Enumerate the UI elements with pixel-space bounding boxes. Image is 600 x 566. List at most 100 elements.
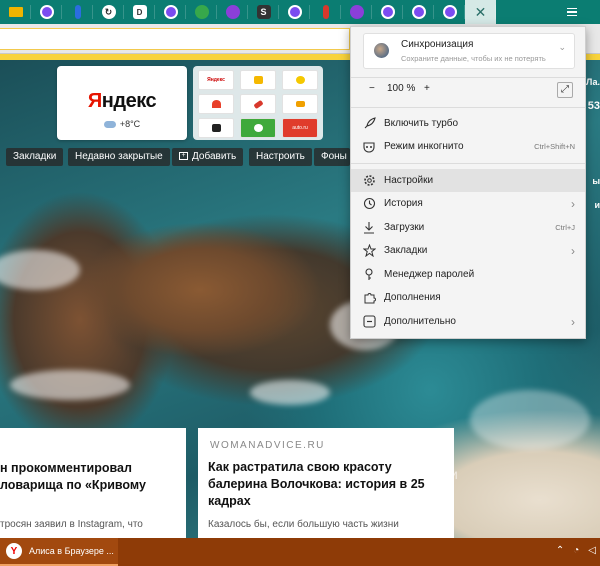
news-title-line2: балерина Волочкова: история в 25 [208,477,425,491]
tab-3[interactable] [62,0,93,24]
news-card-right[interactable]: WOMANADVICE.RU Как растратила свою красо… [198,428,454,538]
fullscreen-icon[interactable]: ⤢ [557,82,573,98]
tab-9[interactable]: S [248,0,279,24]
tab-2[interactable] [31,0,62,24]
taskbar-app-title: Алиса в Браузере ... [29,546,114,556]
purple-circle-icon [39,5,54,19]
news-excerpt: Казалось бы, если большую часть жизни [208,519,399,530]
recently-closed-button[interactable]: Недавно закрытые [68,148,170,166]
yandex-browser-icon: Y [6,543,22,559]
tile-8[interactable] [240,118,276,138]
backgrounds-button[interactable]: Фоны [314,148,350,166]
menu-item-downloads[interactable]: Загрузки Ctrl+J [351,216,585,239]
menu-item-turbo[interactable]: Включить турбо [351,112,585,135]
chevron-up-icon[interactable]: ⌃ [556,545,564,556]
zoom-in-button[interactable]: + [424,83,430,94]
menu-item-settings[interactable]: Настройки [351,169,585,192]
menu-item-extensions[interactable]: Дополнения [351,286,585,309]
wifi-icon[interactable]: ◔ [573,545,579,556]
green-globe-icon [194,5,209,19]
green-app-icon [253,124,263,132]
tab-10[interactable] [279,0,310,24]
play-icon [295,76,305,84]
right-hint-2: 53 [587,100,600,112]
right-hint-4: и [594,200,600,210]
more-icon [362,315,376,329]
weather-temp: +8°C [119,119,141,129]
news-title-line1: н прокомментировал [0,461,132,475]
tile-6[interactable] [282,94,318,114]
zoom-out-button[interactable]: − [369,83,375,94]
close-icon[interactable]: ✕ [475,4,487,21]
taskbar-app-yandex[interactable]: Y Алиса в Браузере ... [0,538,118,566]
menu-item-bookmarks[interactable]: Закладки › [351,239,585,262]
yandex-logo-card[interactable]: Яндекс +8°C [57,66,187,140]
tab-15[interactable] [434,0,465,24]
speaker-icon[interactable]: ◁ [588,545,596,556]
refresh-circle-icon: ↻ [101,5,116,19]
tab-12[interactable] [341,0,372,24]
divider [351,77,585,78]
configure-button[interactable]: Настроить [249,148,312,166]
alice-mic-icon [225,5,240,19]
tab-8[interactable] [217,0,248,24]
quick-tiles: Яндекс auto.ru [193,66,323,140]
tab-6[interactable] [155,0,186,24]
activation-watermark-sub: Чтобы разде [428,485,455,508]
divider [351,107,585,108]
tab-14[interactable] [403,0,434,24]
purple-circle-icon [163,5,178,19]
menu-icon[interactable] [564,4,580,20]
news-excerpt: тросян заявил в Instagram, что [0,519,143,530]
bookmarks-button[interactable]: Закладки [6,148,64,166]
news-card-left[interactable]: н прокомментировал ловарища по «Кривому … [0,428,186,538]
tile-7[interactable] [198,118,234,138]
pill-icon [252,99,264,109]
tile-4[interactable] [198,94,234,114]
microphone-icon [74,5,81,19]
puzzle-icon [362,291,376,305]
tile-5[interactable] [240,94,276,114]
activation-watermark: Акти [428,466,458,482]
yellow-icon [253,76,263,84]
tile-3[interactable] [282,70,318,90]
right-hint-3: ы [592,176,600,186]
avatar [374,43,389,58]
news-title-line1: Как растратила свою красоту [208,460,392,474]
taskbar: Y Алиса в Браузере ... ⌃ ◔ ◁ [0,538,600,566]
tab-active[interactable]: ✕ [465,0,496,24]
weather-widget[interactable]: +8°C [57,119,187,129]
star-icon [362,244,376,258]
tab-5[interactable]: D [124,0,155,24]
divider [351,163,585,164]
menu-item-more[interactable]: Дополнительно › [351,310,585,333]
tab-13[interactable] [372,0,403,24]
history-icon [362,197,376,211]
purple-circle-icon [287,5,302,19]
tab-7[interactable] [186,0,217,24]
tv-icon [211,124,221,132]
download-icon [362,221,376,235]
tab-11[interactable] [310,0,341,24]
menu-item-incognito[interactable]: Режим инкогнито Ctrl+Shift+N [351,135,585,158]
sync-panel[interactable]: Синхронизация Сохраните данные, чтобы их… [363,33,575,69]
tab-1[interactable] [0,0,31,24]
gear-icon [362,174,376,188]
umbrella-icon [211,100,221,108]
chevron-right-icon: › [571,196,575,211]
news-title-line2: ловарища по «Кривому [0,478,146,492]
system-tray: ⌃ ◔ ◁ [556,545,596,556]
tab-4[interactable]: ↻ [93,0,124,24]
add-button[interactable]: + Добавить [172,148,244,166]
menu-item-history[interactable]: История › [351,192,585,215]
menu-item-passwords[interactable]: Менеджер паролей [351,263,585,286]
right-hint-1: Ла. [585,77,600,87]
cloud-icon [103,120,116,128]
address-input[interactable] [0,28,350,50]
chevron-right-icon: › [571,243,575,258]
tile-2[interactable] [240,70,276,90]
rocket-icon [362,117,376,131]
tile-auto[interactable]: auto.ru [282,118,318,138]
document-icon: D [132,5,147,19]
tile-yandex[interactable]: Яндекс [198,70,234,90]
